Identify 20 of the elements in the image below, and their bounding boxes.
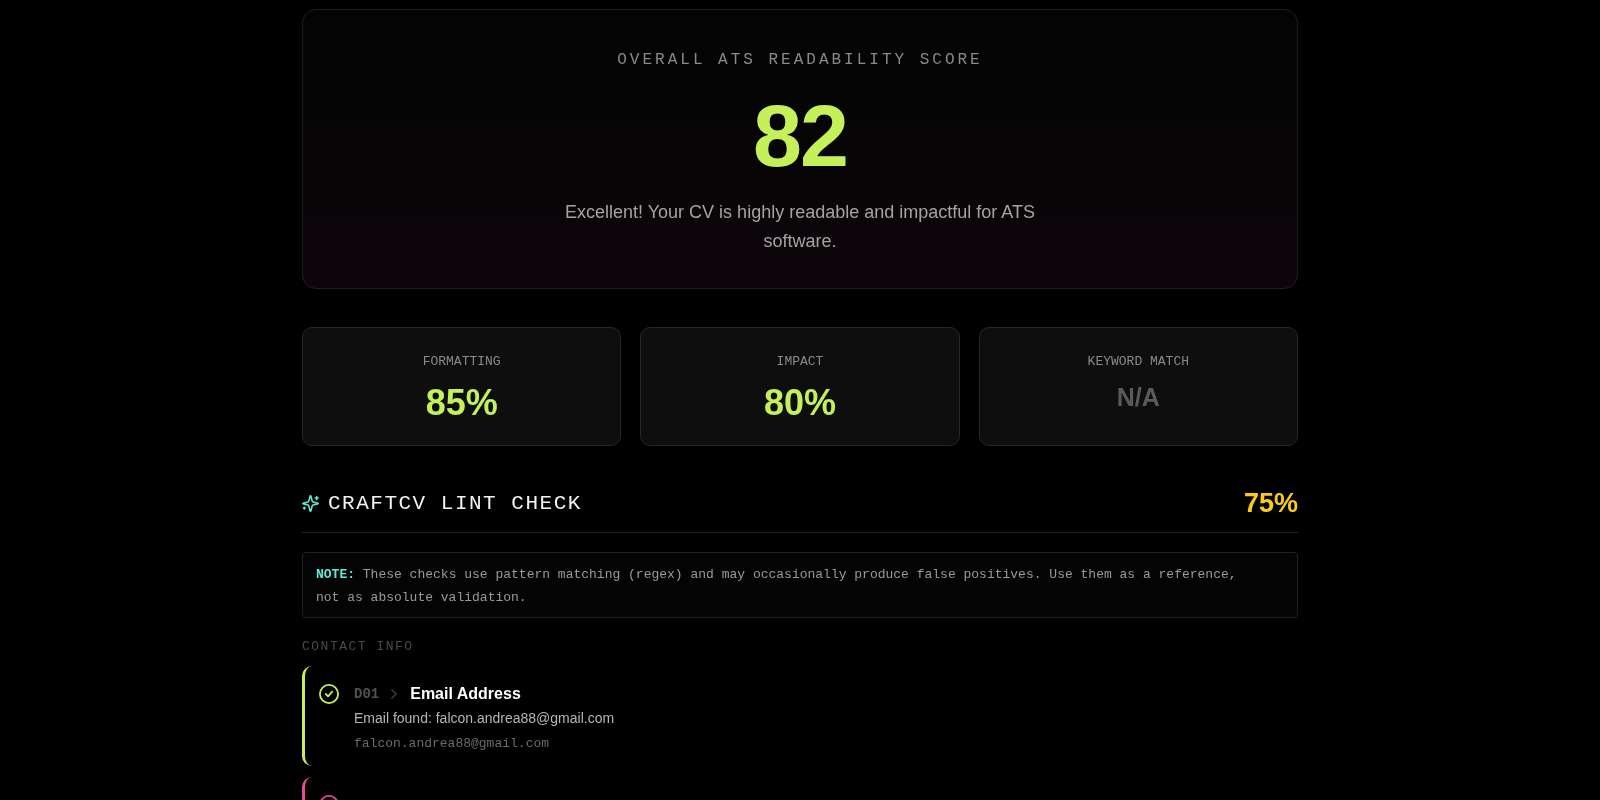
lint-title: CRAFTCV LINT CHECK (328, 491, 582, 515)
sparkle-icon (302, 494, 319, 512)
score-label: OVERALL ATS READABILITY SCORE (617, 50, 983, 70)
overall-score: 82 (753, 92, 847, 180)
check-circle-icon (319, 684, 339, 704)
stat-label: KEYWORD MATCH (1087, 354, 1190, 370)
stat-value: N/A (1116, 382, 1160, 412)
check-code: D01 (354, 686, 380, 702)
stat-value: 85% (425, 383, 498, 423)
stat-label: FORMATTING (422, 354, 501, 370)
check-message: Email found: falcon.andrea88@gmail.com (354, 709, 615, 728)
score-message: Excellent! Your CV is highly readable and impactful for ATS software. (564, 201, 1036, 253)
lint-score: 75% (1243, 487, 1298, 519)
check-evidence: falcon.andrea88@gmail.com (354, 735, 551, 753)
note-text: NOTE: These checks use pattern matching (regex) and may occasionally produce false positives. Use them as a reference, not as absolute validation. (316, 566, 1238, 607)
check-title: Email Address (410, 685, 521, 703)
stat-value: 80% (763, 383, 836, 423)
chevron-icon (391, 689, 398, 699)
section-label: CONTACT INFO (302, 639, 415, 655)
stat-label: IMPACT (776, 354, 824, 370)
